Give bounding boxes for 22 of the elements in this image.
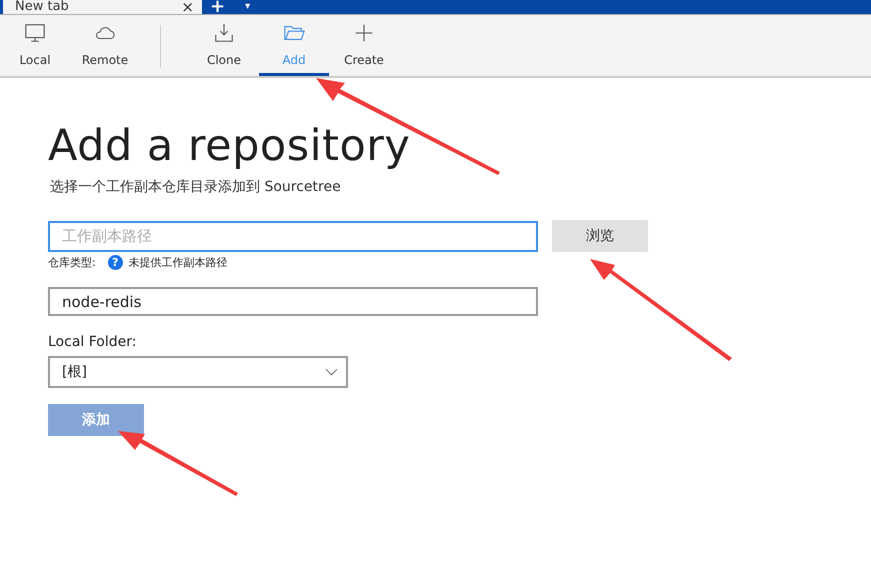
- page-subtitle: 选择一个工作副本仓库目录添加到 Sourcetree: [50, 178, 342, 196]
- tab-menu-button[interactable]: ▾: [245, 0, 250, 14]
- repo-type-status: 未提供工作副本路径: [128, 255, 228, 270]
- toolbar-tab[interactable]: Clone: [189, 15, 259, 76]
- browser-tab[interactable]: New tab ×: [0, 0, 202, 14]
- browse-button[interactable]: 浏览: [552, 220, 648, 252]
- monitor-icon: [24, 22, 46, 44]
- name-input-field[interactable]: node-redis: [48, 287, 538, 316]
- download-icon: [213, 22, 235, 44]
- toolbar-tab[interactable]: Remote: [70, 15, 140, 76]
- page-title: Add a repository: [48, 120, 410, 173]
- toolbar-tab[interactable]: Create: [329, 15, 399, 76]
- chevron-down-icon: [325, 368, 338, 376]
- close-icon[interactable]: ×: [181, 0, 194, 14]
- new-tab-button[interactable]: +: [210, 0, 226, 14]
- help-icon[interactable]: ?: [108, 255, 123, 270]
- local-folder-dropdown[interactable]: [根]: [48, 356, 348, 388]
- plus-icon: [353, 22, 375, 44]
- toolbar-tab[interactable]: Local: [0, 15, 70, 76]
- path-input-field[interactable]: 工作副本路径: [48, 220, 538, 252]
- repo-type-label: 仓库类型:: [48, 255, 96, 270]
- local-folder-label: Local Folder:: [48, 334, 138, 350]
